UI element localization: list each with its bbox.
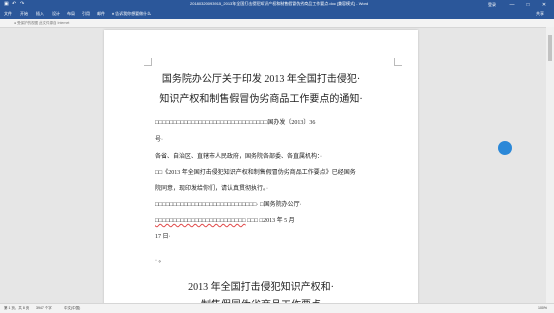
doc-line: □□□□□□□□□□□□□□□□□□□□□□□□□ □□□ □2013 年 5 … (155, 215, 295, 224)
word-count[interactable]: 3947 个字 (36, 306, 52, 311)
document-page[interactable]: 国务院办公厅关于印发 2013 年全国打击侵犯· 知识产权和制售假冒伪劣商品工作… (104, 30, 418, 312)
doc-line: 各省、自治区、直辖市人民政府，国务院各部委、各直属机构：· (155, 154, 322, 160)
window-title: 20180320093915_2013年全国打击侵犯知识产权和制售假冒伪劣商品工… (190, 1, 369, 6)
redo-icon[interactable]: ↷ (20, 1, 24, 7)
doc-line: □□□□□□□□□□□□□□□□□□□□□□□□□□□□· □国务院办公厅· (155, 202, 302, 208)
maximize-button[interactable]: □ (522, 0, 534, 10)
doc-line: 17 日· (155, 234, 171, 240)
minimize-button[interactable]: — (506, 0, 518, 10)
doc-line: 院同意，现印发给你们，请认真贯彻执行。· (155, 186, 268, 192)
doc-date-text: □□□ □2013 年 5 月 (245, 218, 295, 224)
doc-line: 号· (155, 137, 163, 143)
tab-layout[interactable]: 布局 (67, 11, 75, 17)
doc-line: □□□□□□□□□□□□□□□□□□□□□□□□□□□□□□□国办发〔2013〕… (155, 120, 316, 126)
tab-references[interactable]: 引用 (82, 11, 90, 17)
doc-title-line-2: 知识产权和制售假冒伪劣商品工作要点的通知· (159, 94, 363, 105)
undo-icon[interactable]: ↶ (12, 1, 16, 7)
tell-me-label: 告诉我你想要做什么 (115, 11, 152, 16)
margin-mark (394, 58, 402, 66)
doc-line: · 。 (155, 258, 165, 264)
protected-view-bar: ● 受保护的视图 此文件源自 Internet (0, 19, 554, 28)
share-button[interactable]: 共享 (536, 11, 544, 17)
protected-view-text: ● 受保护的视图 此文件源自 Internet (14, 21, 70, 25)
tab-insert[interactable]: 插入 (36, 11, 44, 17)
tab-mailings[interactable]: 邮件 (97, 11, 105, 17)
close-button[interactable]: ✕ (538, 0, 550, 10)
zoom-level[interactable]: 100% (538, 306, 547, 310)
page-count[interactable]: 第 1 页，共 8 页 (4, 306, 29, 311)
title-bar: ▣ ↶ ↷ 20180320093915_2013年全国打击侵犯知识产权和制售假… (0, 0, 554, 10)
tell-me-search[interactable]: ♦ 告诉我你想要做什么 (112, 11, 151, 17)
ribbon-tabs: 文件 开始 插入 设计 布局 引用 邮件 审阅 视图 ♦ 告诉我你想要做什么 共… (0, 10, 554, 19)
margin-mark (144, 58, 152, 66)
scroll-thumb[interactable] (548, 35, 552, 61)
tab-design[interactable]: 设计 (52, 11, 60, 17)
cursor-indicator (498, 141, 512, 155)
account-signin[interactable]: 登录 (488, 2, 496, 8)
doc-subtitle-line-1: 2013 年全国打击侵犯知识产权和· (188, 282, 334, 293)
language[interactable]: 中文(中国) (64, 306, 80, 311)
tab-file[interactable]: 文件 (4, 11, 12, 17)
vertical-scrollbar[interactable] (546, 27, 554, 303)
doc-title-line-1: 国务院办公厅关于印发 2013 年全国打击侵犯· (161, 74, 361, 85)
doc-line: □□《2013 年全国打击侵犯知识产权和制售假冒伪劣商品工作要点》已经国务 (155, 170, 356, 176)
tab-home[interactable]: 开始 (20, 11, 28, 17)
save-icon[interactable]: ▣ (4, 1, 9, 7)
spellcheck-underlined-text: □□□□□□□□□□□□□□□□□□□□□□□□□ (155, 218, 246, 224)
